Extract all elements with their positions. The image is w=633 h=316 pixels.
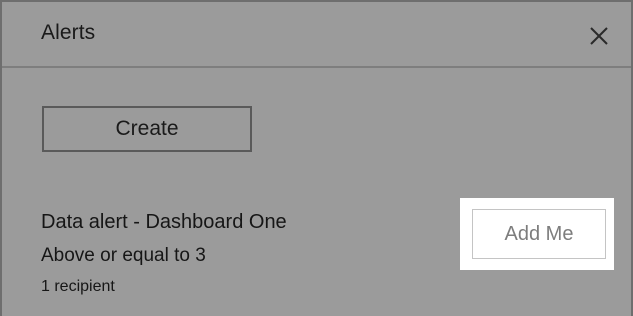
panel-title: Alerts bbox=[41, 21, 96, 44]
alert-name: Data alert - Dashboard One bbox=[41, 211, 287, 233]
panel-header: Alerts bbox=[2, 2, 631, 68]
create-button[interactable]: Create bbox=[42, 106, 252, 152]
alerts-panel: Alerts Create Data alert - Dashboard One… bbox=[0, 0, 633, 316]
alert-condition: Above or equal to 3 bbox=[41, 245, 206, 266]
close-icon[interactable] bbox=[587, 24, 611, 48]
add-me-button[interactable]: Add Me bbox=[472, 209, 606, 259]
alert-recipients: 1 recipient bbox=[41, 278, 115, 295]
